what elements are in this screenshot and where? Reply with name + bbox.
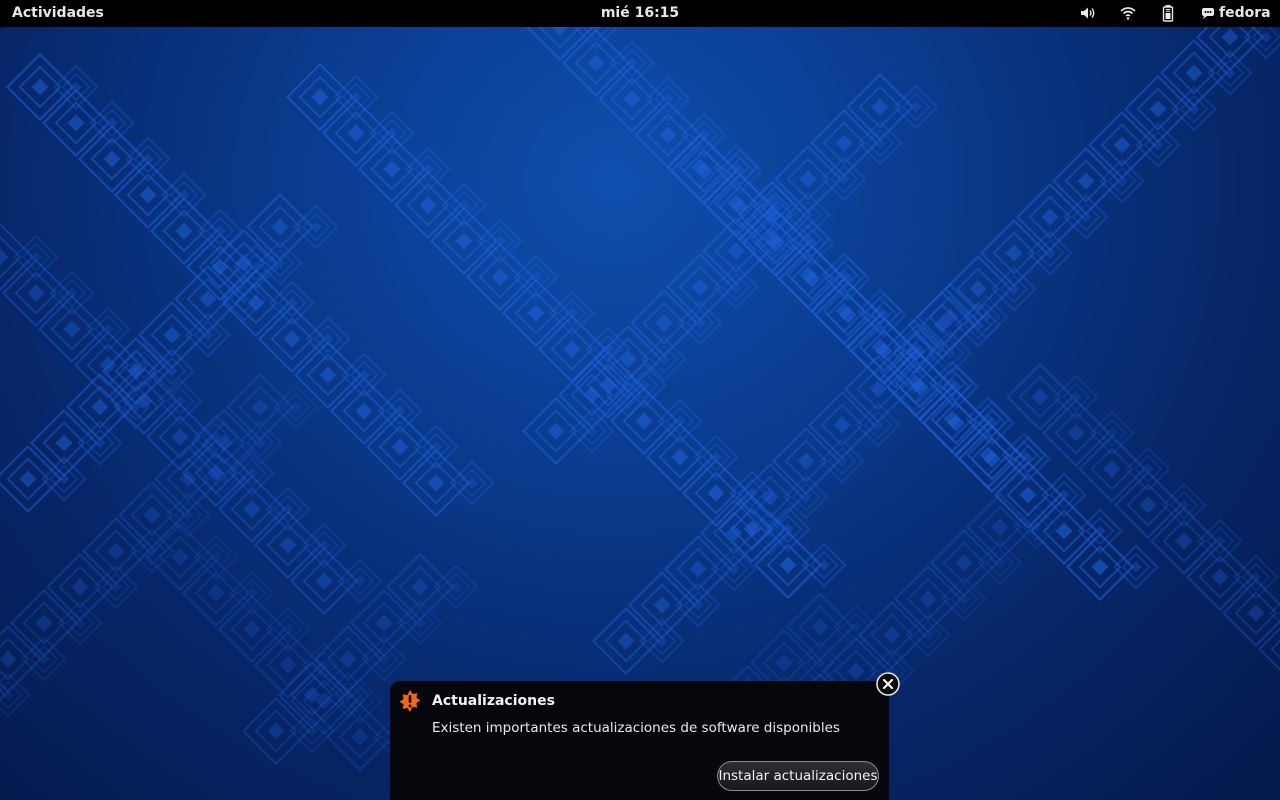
- notification-body: Existen importantes actualizaciones de s…: [432, 720, 840, 736]
- user-status-icon: [1202, 8, 1214, 19]
- activities-button[interactable]: Actividades: [12, 5, 104, 21]
- wifi-icon[interactable]: [1119, 4, 1137, 22]
- volume-icon[interactable]: [1079, 4, 1097, 22]
- notification-banner[interactable]: Actualizaciones Existen importantes actu…: [390, 681, 889, 800]
- notification-title: Actualizaciones: [432, 693, 555, 709]
- software-update-urgent-icon: [399, 690, 421, 712]
- username-label: fedora: [1219, 5, 1271, 21]
- install-updates-button[interactable]: Instalar actualizaciones: [717, 761, 879, 791]
- user-menu[interactable]: fedora: [1201, 5, 1271, 21]
- clock-button[interactable]: mié 16:15: [601, 5, 679, 21]
- top-bar: Actividades mié 16:15 fedora: [0, 0, 1280, 27]
- battery-icon[interactable]: [1159, 4, 1177, 22]
- close-icon[interactable]: [876, 672, 900, 696]
